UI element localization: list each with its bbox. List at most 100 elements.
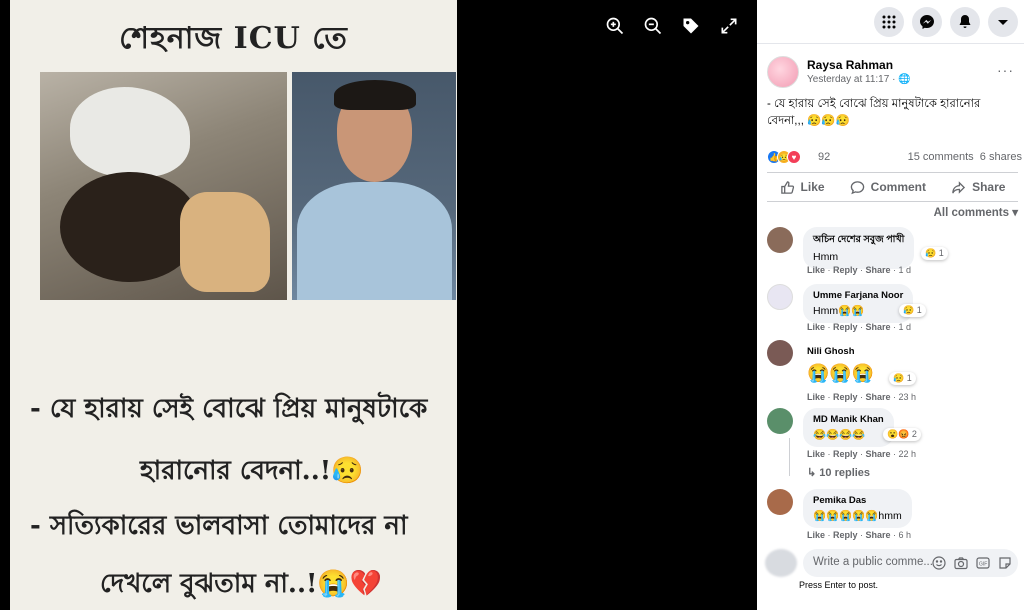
comment-time[interactable]: 23 h <box>899 392 917 402</box>
comments-count[interactable]: 15 comments <box>908 151 974 163</box>
comment-meta: Like · Reply · Share · 1 d <box>807 322 912 332</box>
composer-icons: GIF <box>932 556 1012 570</box>
post-text: - যে হারায় সেই বোঝে প্রিয় মানুষটাকে হা… <box>767 98 981 127</box>
photo-panel-portrait <box>292 72 456 300</box>
photo-caption-line-1: - যে হারায় সেই বোঝে প্রিয় মানুষটাকে <box>30 394 428 424</box>
more-options-icon[interactable]: ··· <box>997 62 1014 78</box>
shares-count[interactable]: 6 shares <box>980 151 1022 163</box>
comment-time[interactable]: 1 d <box>899 322 912 332</box>
comment-meta: Like · Reply · Share · 23 h <box>807 392 917 402</box>
comment-icon <box>850 180 864 194</box>
comment-button[interactable]: Comment <box>850 180 926 195</box>
commenter-avatar[interactable] <box>767 340 793 366</box>
author-avatar[interactable] <box>767 56 799 88</box>
reply-arrow-icon: ↳ <box>807 467 820 479</box>
comment-time[interactable]: 22 h <box>899 449 917 459</box>
current-user-avatar <box>765 549 797 577</box>
comment-item: Umme Farjana Noor Hmm😭😭 😥 1 Like · Reply… <box>767 284 1018 336</box>
comment-share-link[interactable]: Share <box>866 530 891 540</box>
commenter-name[interactable]: Nili Ghosh <box>807 346 855 357</box>
comment-time[interactable]: 1 d <box>899 265 912 275</box>
commenter-name[interactable]: Pemika Das <box>813 495 902 506</box>
reaction-icons[interactable]: 👍 😥 ♥ <box>767 150 801 164</box>
photo-caption-line-3: - সত্যিকারের ভালবাসা তোমাদের না <box>30 511 408 541</box>
commenter-avatar[interactable] <box>767 408 793 434</box>
comment-like-link[interactable]: Like <box>807 265 825 275</box>
comment-bubble: Umme Farjana Noor Hmm😭😭 <box>803 284 914 323</box>
commenter-avatar[interactable] <box>767 284 793 310</box>
comment-share-link[interactable]: Share <box>866 392 891 402</box>
account-dropdown-icon[interactable] <box>988 6 1018 37</box>
comment-text: Hmm😭😭 <box>813 305 865 317</box>
post-header: Raysa Rahman Yesterday at 11:17 · 🌐 ··· <box>767 56 1018 90</box>
emoji-icon[interactable] <box>932 556 946 570</box>
svg-text:GIF: GIF <box>979 562 987 568</box>
notifications-icon[interactable] <box>950 6 980 37</box>
view-replies-link[interactable]: ↳ 10 replies <box>807 466 870 479</box>
comment-share-link[interactable]: Share <box>866 322 891 332</box>
comment-reaction-badge[interactable]: 😥 1 <box>921 247 948 260</box>
comment-share-link[interactable]: Share <box>866 265 891 275</box>
photo-panel-hospital <box>40 72 287 300</box>
comment-text: 😭😭😭😭😭hmm <box>813 510 902 522</box>
comment-text: Hmm <box>813 251 839 263</box>
viewer-toolbar <box>603 14 741 38</box>
zoom-out-icon[interactable] <box>641 14 665 38</box>
comment-label: Comment <box>870 180 926 194</box>
love-reaction-icon: ♥ <box>787 150 801 164</box>
comment-composer: Write a public comme... GIF <box>765 549 1018 577</box>
gif-icon[interactable]: GIF <box>976 556 990 570</box>
comment-reaction-badge[interactable]: 😮😡 2 <box>883 428 921 441</box>
comment-item: Pemika Das 😭😭😭😭😭hmm Like · Reply · Share… <box>767 489 1018 543</box>
commenter-name[interactable]: Umme Farjana Noor <box>813 290 903 301</box>
comment-bubble: Pemika Das 😭😭😭😭😭hmm <box>803 489 912 528</box>
comment-text: 😭😭😭 <box>807 363 875 383</box>
photo-overlay-title: শেহনাজ ICU তে <box>119 21 348 56</box>
reaction-count[interactable]: 92 <box>818 151 830 163</box>
comment-reaction-badge[interactable]: 😥 1 <box>899 304 926 317</box>
expand-icon[interactable] <box>717 14 741 38</box>
zoom-in-icon[interactable] <box>603 14 627 38</box>
post-photo[interactable]: শেহনাজ ICU তে - যে হারায় সেই বোঝে প্রিয… <box>10 0 457 610</box>
like-label: Like <box>800 180 825 194</box>
comment-share-link[interactable]: Share <box>866 449 891 459</box>
commenter-avatar[interactable] <box>767 489 793 515</box>
photo-caption-line-2: হারানোর বেদনা..!😥 <box>140 456 364 486</box>
like-button[interactable]: Like <box>780 180 825 195</box>
commenter-avatar[interactable] <box>767 227 793 253</box>
top-bar <box>757 0 1024 44</box>
comment-like-link[interactable]: Like <box>807 392 825 402</box>
comment-bubble: অচিন দেশের সবুজ পাখী Hmm <box>803 227 915 269</box>
share-label: Share <box>972 180 1006 194</box>
post-stats: 👍 😥 ♥ 92 15 comments 6 shares <box>767 150 1022 166</box>
comment-item: MD Manik Khan 😂😂😂😂 😮😡 2 Like · Reply · S… <box>767 408 1018 482</box>
share-button[interactable]: Share <box>951 180 1005 195</box>
comment-like-link[interactable]: Like <box>807 449 825 459</box>
tag-icon[interactable] <box>679 14 703 38</box>
post-timestamp[interactable]: Yesterday at 11:17 · 🌐 <box>807 74 911 85</box>
comment-time[interactable]: 6 h <box>899 530 912 540</box>
comment-like-link[interactable]: Like <box>807 530 825 540</box>
comment-item: অচিন দেশের সবুজ পাখী Hmm 😥 1 Like · Repl… <box>767 227 1018 279</box>
commenter-name[interactable]: MD Manik Khan <box>813 414 884 425</box>
menu-grid-icon[interactable] <box>874 6 904 37</box>
like-icon <box>780 180 794 194</box>
comment-reply-link[interactable]: Reply <box>833 322 858 332</box>
commenter-name[interactable]: অচিন দেশের সবুজ পাখী <box>813 233 904 248</box>
composer-hint: Press Enter to post. <box>799 580 879 590</box>
comment-reply-link[interactable]: Reply <box>833 449 858 459</box>
comment-reply-link[interactable]: Reply <box>833 392 858 402</box>
photo-caption-line-4: দেখলে বুঝতাম না..!😭💔 <box>100 569 383 599</box>
comment-reaction-badge[interactable]: 😥 1 <box>889 372 916 385</box>
camera-icon[interactable] <box>954 556 968 570</box>
comment-like-link[interactable]: Like <box>807 322 825 332</box>
comment-filter-dropdown[interactable]: All comments ▾ <box>934 205 1018 219</box>
comment-reply-link[interactable]: Reply <box>833 265 858 275</box>
comment-bubble: MD Manik Khan 😂😂😂😂 <box>803 408 894 447</box>
comment-meta: Like · Reply · Share · 22 h <box>807 449 917 459</box>
sticker-icon[interactable] <box>998 556 1012 570</box>
comment-reply-link[interactable]: Reply <box>833 530 858 540</box>
author-name[interactable]: Raysa Rahman <box>807 58 893 72</box>
messenger-icon[interactable] <box>912 6 942 37</box>
comment-text: 😂😂😂😂 <box>813 429 866 441</box>
